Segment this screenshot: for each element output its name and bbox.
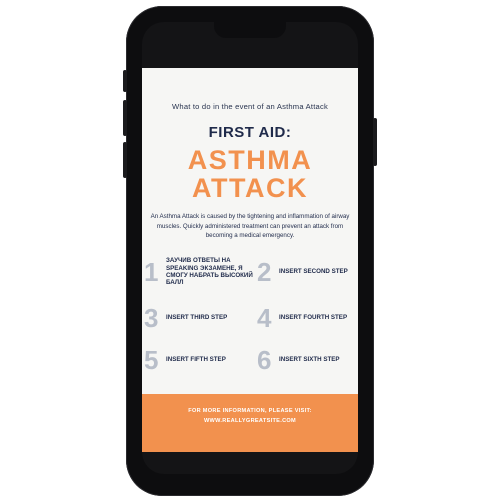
volume-down-button (123, 142, 127, 178)
power-button (373, 118, 377, 166)
footer-info-text: FOR MORE INFORMATION, PLEASE VISIT: (188, 408, 312, 414)
step-label: INSERT FIFTH STEP (166, 356, 226, 364)
step-number: 2 (257, 257, 272, 287)
mute-switch (123, 70, 127, 92)
phone-screen: What to do in the event of an Asthma Att… (142, 22, 358, 474)
step-label: INSERT SECOND STEP (279, 268, 348, 276)
step-number: 5 (144, 345, 159, 375)
step-label: INSERT FOURTH STEP (279, 314, 348, 322)
description-text: An Asthma Attack is caused by the tighte… (150, 213, 350, 239)
step-number: 3 (144, 303, 159, 333)
title-attack: ATTACK (192, 173, 308, 203)
step-number: 4 (257, 303, 272, 333)
website-link[interactable]: WWW.REALLYGREATSITE.COM (142, 418, 358, 424)
step-label: Заучив ответы на speaking экзамене, я см… (166, 257, 253, 287)
step-label: INSERT SIXTH STEP (279, 356, 340, 364)
title-asthma: ASTHMA (187, 145, 313, 175)
first-aid-heading: FIRST AID: (208, 124, 292, 141)
phone-notch (214, 22, 286, 38)
step-number: 6 (257, 345, 272, 375)
infographic: What to do in the event of an Asthma Att… (142, 68, 358, 400)
step-label: INSERT THIRD STEP (166, 314, 228, 322)
volume-up-button (123, 100, 127, 136)
infographic-subtitle: What to do in the event of an Asthma Att… (172, 102, 328, 111)
step-number: 1 (144, 257, 159, 287)
info-footer: FOR MORE INFORMATION, PLEASE VISIT: WWW.… (142, 394, 358, 452)
